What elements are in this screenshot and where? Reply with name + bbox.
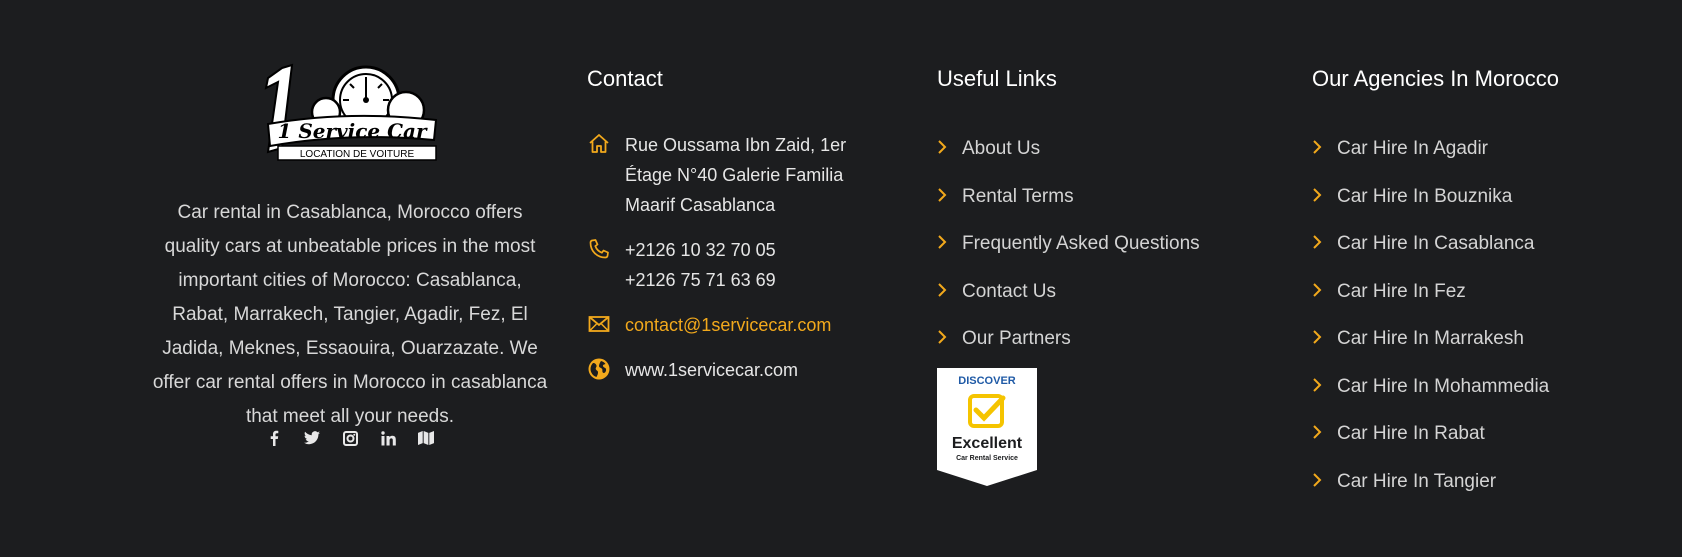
phone-icon: [587, 237, 611, 261]
chevron-right-icon: [938, 235, 947, 249]
email-link[interactable]: contact@1servicecar.com: [625, 310, 831, 340]
link-label: Rental Terms: [962, 186, 1074, 207]
link-label: About Us: [962, 138, 1041, 159]
link-label: Contact Us: [962, 281, 1056, 302]
agency-label: Car Hire In Mohammedia: [1337, 376, 1550, 397]
envelope-icon: [587, 312, 611, 336]
agency-link-tangier[interactable]: Car Hire In Tangier: [1312, 471, 1496, 493]
useful-links-heading: Useful Links: [937, 66, 1057, 91]
agency-link-casablanca[interactable]: Car Hire In Casablanca: [1312, 233, 1534, 255]
link-about-us[interactable]: About Us: [937, 138, 1040, 160]
link-label: Frequently Asked Questions: [962, 233, 1200, 254]
chevron-right-icon: [938, 140, 947, 154]
map-icon[interactable]: [418, 430, 434, 446]
agency-link-mohammedia[interactable]: Car Hire In Mohammedia: [1312, 376, 1549, 398]
globe-icon: [587, 357, 611, 381]
agency-label: Car Hire In Bouznika: [1337, 186, 1513, 207]
agency-label: Car Hire In Tangier: [1337, 471, 1497, 492]
agency-label: Car Hire In Agadir: [1337, 138, 1489, 159]
linkedin-icon[interactable]: [380, 430, 396, 446]
phone-number-2[interactable]: +2126 75 71 63 69: [625, 265, 776, 295]
chevron-right-icon: [938, 188, 947, 202]
home-icon: [587, 132, 611, 156]
chevron-right-icon: [1313, 378, 1322, 392]
contact-website: www.1servicecar.com: [587, 355, 798, 385]
website-link[interactable]: www.1servicecar.com: [625, 355, 798, 385]
badge-sub-text: Car Rental Service: [956, 455, 1018, 462]
chevron-right-icon: [1313, 235, 1322, 249]
agency-link-rabat[interactable]: Car Hire In Rabat: [1312, 423, 1485, 445]
agency-link-fez[interactable]: Car Hire In Fez: [1312, 281, 1466, 303]
chevron-right-icon: [1313, 425, 1322, 439]
logo-wordmark: 1 Service Car: [277, 119, 428, 143]
site-logo[interactable]: 1 Service Car LOCATION DE VOITURE: [248, 62, 448, 167]
address-line-1: Rue Oussama Ibn Zaid, 1er: [625, 135, 847, 155]
link-contact-us[interactable]: Contact Us: [937, 281, 1056, 303]
contact-address: Rue Oussama Ibn Zaid, 1er Étage N°40 Gal…: [587, 130, 846, 220]
social-links: [150, 430, 550, 446]
chevron-right-icon: [1313, 140, 1322, 154]
link-rental-terms[interactable]: Rental Terms: [937, 186, 1074, 208]
chevron-right-icon: [1313, 188, 1322, 202]
agency-link-agadir[interactable]: Car Hire In Agadir: [1312, 138, 1488, 160]
instagram-icon[interactable]: [342, 430, 358, 446]
contact-email: contact@1servicecar.com: [587, 310, 831, 340]
agency-label: Car Hire In Marrakesh: [1337, 328, 1524, 349]
about-description: Car rental in Casablanca, Morocco offers…: [152, 202, 548, 427]
agency-link-bouznika[interactable]: Car Hire In Bouznika: [1312, 186, 1512, 208]
agency-link-marrakesh[interactable]: Car Hire In Marrakesh: [1312, 328, 1524, 350]
chevron-right-icon: [1313, 473, 1322, 487]
badge-main-text: Excellent: [952, 435, 1023, 452]
link-faq[interactable]: Frequently Asked Questions: [937, 233, 1200, 255]
chevron-right-icon: [1313, 283, 1322, 297]
address-line-2: Étage N°40 Galerie Familia: [625, 165, 844, 185]
contact-heading: Contact: [587, 66, 663, 91]
chevron-right-icon: [938, 330, 947, 344]
link-our-partners[interactable]: Our Partners: [937, 328, 1071, 350]
facebook-icon[interactable]: [266, 430, 282, 446]
agency-label: Car Hire In Fez: [1337, 281, 1466, 302]
chevron-right-icon: [938, 283, 947, 297]
chevron-right-icon: [1313, 330, 1322, 344]
contact-phones: +2126 10 32 70 05 +2126 75 71 63 69: [587, 235, 776, 295]
agencies-heading: Our Agencies In Morocco: [1312, 66, 1560, 91]
agency-label: Car Hire In Rabat: [1337, 423, 1485, 444]
phone-number-1[interactable]: +2126 10 32 70 05: [625, 235, 776, 265]
discover-excellent-badge[interactable]: DISCOVER Excellent Car Rental Service: [937, 368, 1037, 488]
address-line-3: Maarif Casablanca: [625, 195, 776, 215]
link-label: Our Partners: [962, 328, 1071, 349]
agency-label: Car Hire In Casablanca: [1337, 233, 1535, 254]
logo-subtitle: LOCATION DE VOITURE: [300, 149, 415, 160]
badge-top-text: DISCOVER: [958, 375, 1016, 387]
twitter-icon[interactable]: [304, 430, 320, 446]
